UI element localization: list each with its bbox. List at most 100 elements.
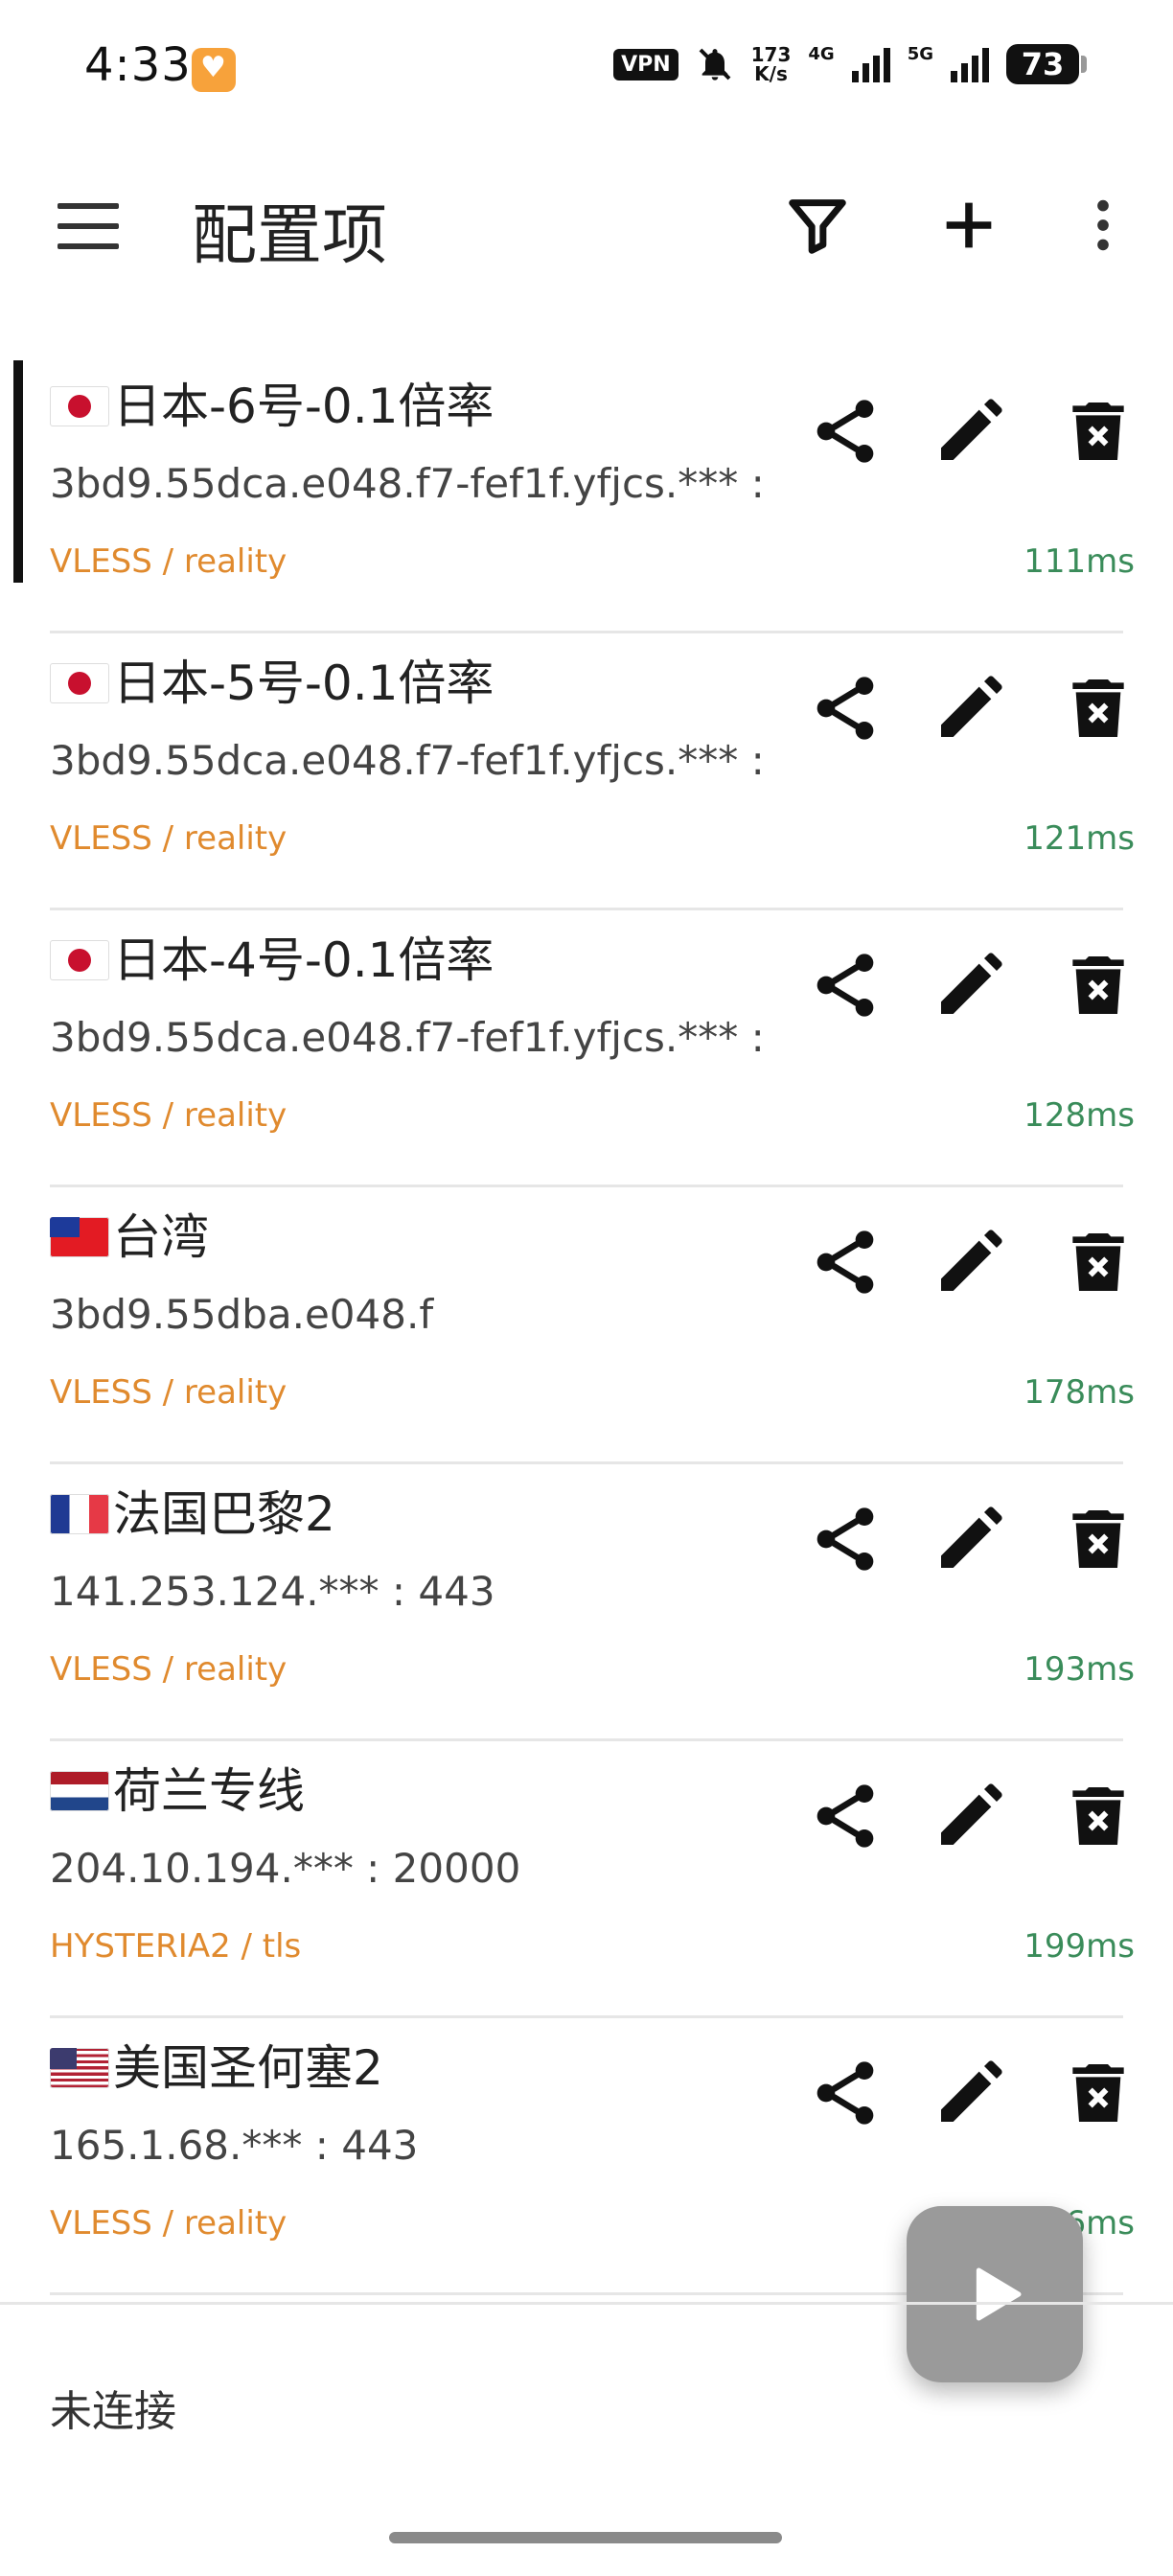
share-button[interactable] xyxy=(807,393,884,470)
server-name: 日本-4号-0.1倍率 xyxy=(50,922,494,991)
menu-icon[interactable] xyxy=(58,203,119,249)
server-address: 3bd9.55dba.e048.f xyxy=(50,1291,434,1338)
server-list-item[interactable]: 法国巴黎2 141.253.124.*** : 443 VLESS / realit… xyxy=(0,1464,1173,1741)
delete-icon xyxy=(1060,956,1137,1027)
server-name-text: 日本-6号-0.1倍率 xyxy=(113,379,494,434)
edit-button[interactable] xyxy=(932,393,1008,470)
add-icon[interactable] xyxy=(935,192,1002,259)
server-name-text: 法国巴黎2 xyxy=(113,1486,335,1542)
delete-button[interactable] xyxy=(1060,2055,1137,2131)
bottom-divider xyxy=(0,2302,1173,2305)
server-list-item[interactable]: 台湾 3bd9.55dba.e048.f VLESS / reality 178ms xyxy=(0,1187,1173,1464)
share-button[interactable] xyxy=(807,2055,884,2131)
server-list-item[interactable]: 日本-5号-0.1倍率 3bd9.55dca.e048.f7-fef1f.yfjc… xyxy=(0,633,1173,910)
signal-bars-2-icon xyxy=(951,46,989,82)
server-latency: 111ms xyxy=(1024,542,1135,581)
server-name: 日本-5号-0.1倍率 xyxy=(50,645,494,714)
speed-unit: K/s xyxy=(754,62,788,85)
edit-button[interactable] xyxy=(932,1778,1008,1854)
server-protocol: VLESS / reality xyxy=(50,1650,288,1689)
server-protocol: HYSTERIA2 / tls xyxy=(50,1927,302,1966)
server-latency: 193ms xyxy=(1024,1650,1135,1689)
network-speed: 173 K/s xyxy=(751,45,792,83)
server-latency: 199ms xyxy=(1024,1927,1135,1966)
share-icon xyxy=(807,677,884,750)
server-latency: 121ms xyxy=(1024,819,1135,858)
server-protocol: VLESS / reality xyxy=(50,1096,288,1135)
delete-button[interactable] xyxy=(1060,1778,1137,1854)
share-button[interactable] xyxy=(807,1501,884,1577)
flag-jp-icon xyxy=(50,940,109,980)
server-address: 3bd9.55dca.e048.f7-fef1f.yfjcs.*** : xyxy=(50,460,765,507)
delete-button[interactable] xyxy=(1060,1501,1137,1577)
battery-indicator: 73 xyxy=(1006,44,1087,84)
status-bar: 4:33 VPN 173 K/s 4G 5G 73 xyxy=(0,0,1173,144)
clock: 4:33 xyxy=(84,38,192,92)
server-name: 台湾 xyxy=(50,1199,209,1268)
flag-nl-icon xyxy=(50,1771,109,1811)
connection-status-text[interactable]: 未连接 xyxy=(50,2377,176,2438)
delete-icon xyxy=(1060,2064,1137,2135)
play-icon xyxy=(976,2267,1022,2321)
server-address: 3bd9.55dca.e048.f7-fef1f.yfjcs.*** : xyxy=(50,737,765,784)
home-indicator[interactable] xyxy=(389,2532,782,2543)
delete-button[interactable] xyxy=(1060,947,1137,1024)
server-address: 141.253.124.*** : 443 xyxy=(50,1568,495,1615)
edit-icon xyxy=(932,399,1008,473)
vpn-badge: VPN xyxy=(613,48,678,80)
selected-indicator xyxy=(13,360,23,583)
network-label-4g: 4G xyxy=(808,44,835,64)
network-label-5g: 5G xyxy=(907,44,933,64)
share-button[interactable] xyxy=(807,947,884,1024)
delete-icon xyxy=(1060,679,1137,750)
battery-level: 73 xyxy=(1006,44,1079,84)
server-list-item[interactable]: 日本-6号-0.1倍率 3bd9.55dca.e048.f7-fef1f.yfjc… xyxy=(0,356,1173,633)
edit-button[interactable] xyxy=(932,947,1008,1024)
server-list-item[interactable]: 荷兰专线 204.10.194.*** : 20000 HYSTERIA2 / tl… xyxy=(0,1741,1173,2018)
edit-button[interactable] xyxy=(932,2055,1008,2131)
delete-button[interactable] xyxy=(1060,393,1137,470)
flag-jp-icon xyxy=(50,663,109,703)
app-toolbar: 配置项 xyxy=(0,163,1173,288)
share-icon xyxy=(807,1507,884,1581)
page-title: 配置项 xyxy=(192,198,388,274)
edit-button[interactable] xyxy=(932,1224,1008,1300)
edit-icon xyxy=(932,953,1008,1027)
server-protocol: VLESS / reality xyxy=(50,542,288,581)
share-icon xyxy=(807,2061,884,2135)
server-name: 美国圣何塞2 xyxy=(50,2030,383,2099)
server-latency: 178ms xyxy=(1024,1373,1135,1412)
edit-icon xyxy=(932,676,1008,750)
delete-icon xyxy=(1060,1787,1137,1858)
mute-bell-icon xyxy=(699,48,731,80)
battery-tip xyxy=(1081,56,1087,73)
delete-button[interactable] xyxy=(1060,1224,1137,1300)
share-button[interactable] xyxy=(807,670,884,747)
server-name-text: 美国圣何塞2 xyxy=(113,2040,383,2096)
server-address: 3bd9.55dca.e048.f7-fef1f.yfjcs.*** : xyxy=(50,1014,765,1061)
server-name-text: 日本-5号-0.1倍率 xyxy=(113,656,494,711)
more-vert-icon[interactable] xyxy=(1070,192,1137,259)
flag-fr-icon xyxy=(50,1494,109,1534)
filter-icon[interactable] xyxy=(784,192,851,259)
share-button[interactable] xyxy=(807,1224,884,1300)
edit-button[interactable] xyxy=(932,670,1008,747)
delete-icon xyxy=(1060,402,1137,473)
notification-app-icon xyxy=(192,48,236,92)
edit-button[interactable] xyxy=(932,1501,1008,1577)
server-name-text: 荷兰专线 xyxy=(113,1763,305,1819)
server-list: 日本-6号-0.1倍率 3bd9.55dca.e048.f7-fef1f.yfjc… xyxy=(0,356,1173,2295)
server-protocol: VLESS / reality xyxy=(50,819,288,858)
server-list-item[interactable]: 日本-4号-0.1倍率 3bd9.55dca.e048.f7-fef1f.yfjc… xyxy=(0,910,1173,1187)
share-button[interactable] xyxy=(807,1778,884,1854)
share-icon xyxy=(807,954,884,1027)
flag-us-icon xyxy=(50,2048,109,2088)
share-icon xyxy=(807,1230,884,1304)
connect-fab-button[interactable] xyxy=(907,2206,1083,2382)
edit-icon xyxy=(932,1230,1008,1304)
delete-button[interactable] xyxy=(1060,670,1137,747)
delete-icon xyxy=(1060,1233,1137,1304)
server-name: 法国巴黎2 xyxy=(50,1476,335,1545)
share-icon xyxy=(807,1784,884,1858)
flag-jp-icon xyxy=(50,386,109,426)
